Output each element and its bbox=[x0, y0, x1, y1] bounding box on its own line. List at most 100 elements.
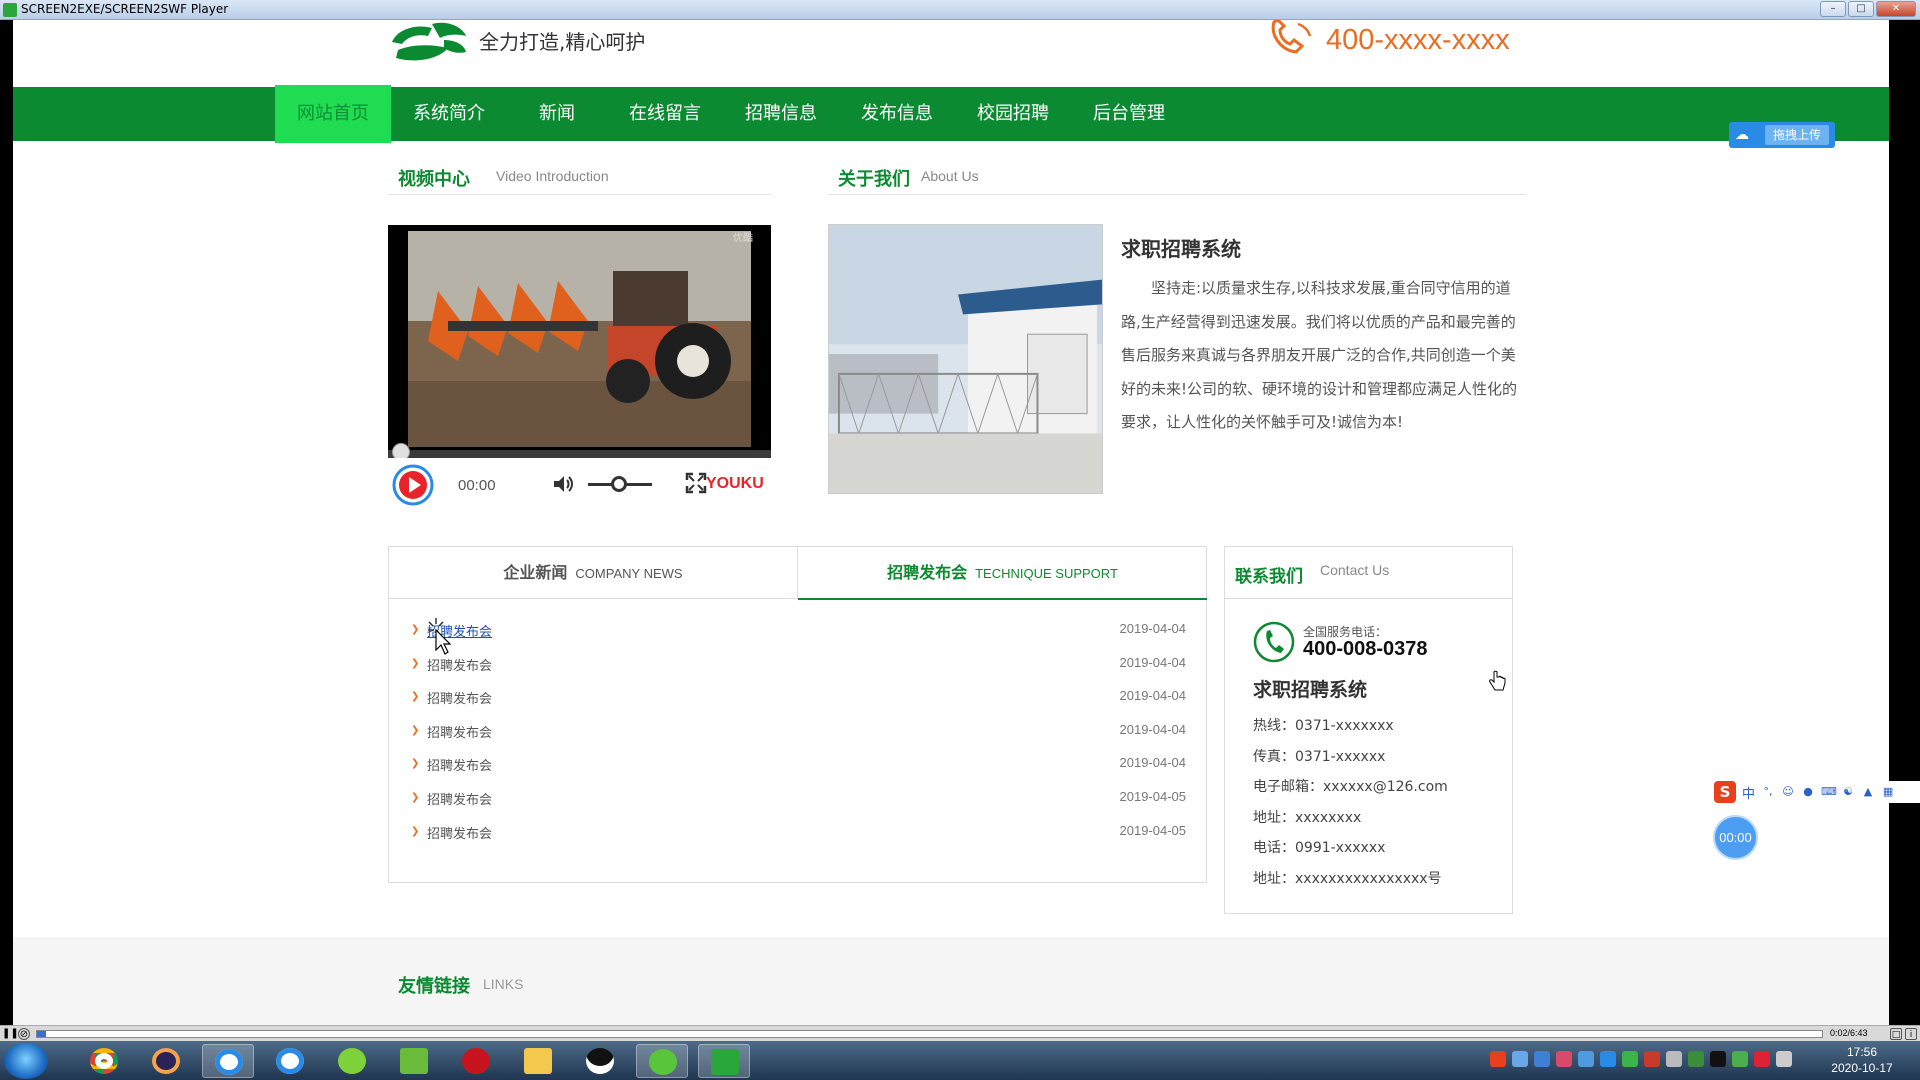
nav-online-message[interactable]: 在线留言 bbox=[607, 87, 723, 141]
list-item[interactable]: ❯ 招聘发布会 2019-04-05 bbox=[411, 783, 1186, 817]
video-player[interactable]: 优酷 bbox=[388, 225, 771, 457]
list-item[interactable]: ❯ 招聘发布会 2019-04-04 bbox=[411, 615, 1186, 649]
nav-home[interactable]: 网站首页 bbox=[275, 85, 391, 143]
ime-mode[interactable]: 中 bbox=[1742, 783, 1755, 802]
volume-icon[interactable] bbox=[552, 474, 574, 494]
shield-icon[interactable] bbox=[1578, 1051, 1594, 1067]
tray-icon-1[interactable] bbox=[1512, 1051, 1528, 1067]
taskbar-screen2exe[interactable] bbox=[698, 1044, 750, 1078]
taskbar-eclipse[interactable] bbox=[140, 1044, 192, 1078]
taskbar-green-app[interactable] bbox=[326, 1044, 378, 1078]
seek-track[interactable] bbox=[36, 1030, 1823, 1038]
contact-title: 联系我们 bbox=[1235, 567, 1303, 587]
taskbar-clock[interactable]: 17:56 2020-10-17 bbox=[1822, 1044, 1902, 1076]
minimize-button[interactable]: – bbox=[1820, 1, 1846, 17]
nav-news[interactable]: 新闻 bbox=[507, 87, 607, 141]
about-text: 坚持走:以质量求生存,以科技求发展,重合同守信用的道路,生产经营得到迅速发展。我… bbox=[1121, 279, 1518, 432]
nav-admin[interactable]: 后台管理 bbox=[1071, 87, 1187, 141]
cloud-tray-icon[interactable] bbox=[1600, 1051, 1616, 1067]
news-title-link[interactable]: 招聘发布会 bbox=[427, 755, 492, 774]
nav-job-info[interactable]: 招聘信息 bbox=[723, 87, 839, 141]
tray-icon-5[interactable] bbox=[1688, 1051, 1704, 1067]
qq-tray-icon[interactable] bbox=[1710, 1051, 1726, 1067]
list-item[interactable]: ❯ 招聘发布会 2019-04-04 bbox=[411, 716, 1186, 750]
ime-toolbar[interactable]: S 中 °, ☺ ● ⌨ ☯ ▲ ▦ bbox=[1712, 781, 1920, 803]
browser-icon bbox=[276, 1048, 304, 1074]
system-tray bbox=[1490, 1051, 1792, 1067]
tray-icon-4[interactable] bbox=[1644, 1051, 1660, 1067]
contact-hotline: 400-008-0378 bbox=[1303, 638, 1428, 660]
tab-recruit-meeting-en: TECHNIQUE SUPPORT bbox=[975, 566, 1118, 581]
flag-icon[interactable] bbox=[1776, 1051, 1792, 1067]
ime-punct[interactable]: °, bbox=[1761, 785, 1775, 799]
pause-icon[interactable]: ❚❚ bbox=[2, 1028, 19, 1040]
sogou-logo-icon[interactable]: S bbox=[1714, 781, 1736, 803]
sogou-tray-icon[interactable] bbox=[1490, 1051, 1506, 1067]
tray-icon-3[interactable] bbox=[1556, 1051, 1572, 1067]
taskbar-baidu-netdisk[interactable] bbox=[202, 1044, 254, 1078]
video-section-title: 视频中心 bbox=[398, 169, 470, 190]
list-item[interactable]: ❯ 招聘发布会 2019-04-05 bbox=[411, 817, 1186, 851]
list-item[interactable]: ❯ 招聘发布会 2019-04-04 bbox=[411, 682, 1186, 716]
network-icon[interactable] bbox=[1666, 1051, 1682, 1067]
arrow-icon: ❯ bbox=[411, 624, 420, 635]
fit-window-icon[interactable]: □ bbox=[1890, 1028, 1902, 1040]
player-title-bar: SCREEN2EXE/SCREEN2SWF Player – □ ✕ bbox=[0, 0, 1920, 20]
user-icon[interactable]: ☯ bbox=[1841, 785, 1855, 799]
fullscreen-icon[interactable] bbox=[685, 472, 707, 494]
logo-icon[interactable] bbox=[388, 20, 470, 64]
taskbar-explorer[interactable] bbox=[512, 1044, 564, 1078]
taskbar-notes[interactable] bbox=[388, 1044, 440, 1078]
microphone-icon[interactable]: ● bbox=[1801, 785, 1815, 799]
news-title-link[interactable]: 招聘发布会 bbox=[427, 789, 492, 808]
seek-progress bbox=[37, 1031, 46, 1037]
list-item[interactable]: ❯ 招聘发布会 2019-04-04 bbox=[411, 749, 1186, 783]
volume-slider-knob[interactable] bbox=[611, 476, 627, 492]
play-icon[interactable] bbox=[392, 464, 434, 506]
phone-circle-icon bbox=[1253, 621, 1295, 663]
emoji-icon[interactable]: ☺ bbox=[1781, 785, 1795, 799]
info-icon[interactable]: i bbox=[1905, 1028, 1917, 1040]
drag-upload-badge[interactable]: ☁ 拖拽上传 bbox=[1729, 122, 1835, 148]
nav-campus-recruit[interactable]: 校园招聘 bbox=[955, 87, 1071, 141]
windows-taskbar: 17:56 2020-10-17 bbox=[0, 1041, 1920, 1080]
news-title-link[interactable]: 招聘发布会 bbox=[427, 655, 492, 674]
video-watermark: 优酷 bbox=[733, 233, 753, 244]
news-date: 2019-04-04 bbox=[1119, 621, 1187, 636]
tab-recruit-meeting[interactable]: 招聘发布会 TECHNIQUE SUPPORT bbox=[798, 547, 1207, 600]
tray-icon-6[interactable] bbox=[1732, 1051, 1748, 1067]
taskbar-chrome[interactable] bbox=[78, 1044, 130, 1078]
taskbar-qq[interactable] bbox=[574, 1044, 626, 1078]
taskbar-browser[interactable] bbox=[264, 1044, 316, 1078]
cloud-app-icon bbox=[215, 1049, 243, 1075]
volume-tray-icon[interactable] bbox=[1754, 1051, 1770, 1067]
grid-icon[interactable]: ▦ bbox=[1881, 785, 1895, 799]
close-button[interactable]: ✕ bbox=[1876, 1, 1916, 17]
tray-icon-2[interactable] bbox=[1534, 1051, 1550, 1067]
news-title-link[interactable]: 招聘发布会 bbox=[427, 688, 492, 707]
stop-icon[interactable]: ⊘ bbox=[18, 1028, 30, 1040]
wechat-tray-icon[interactable] bbox=[1622, 1051, 1638, 1067]
nav-system-intro[interactable]: 系统简介 bbox=[391, 87, 507, 141]
keyboard-icon[interactable]: ⌨ bbox=[1821, 785, 1837, 799]
green-app-icon bbox=[338, 1048, 366, 1074]
timer-bubble[interactable]: 00:00 bbox=[1713, 815, 1758, 860]
window-title: SCREEN2EXE/SCREEN2SWF Player bbox=[21, 2, 229, 16]
maximize-button[interactable]: □ bbox=[1848, 1, 1874, 17]
nav-publish-info[interactable]: 发布信息 bbox=[839, 87, 955, 141]
start-button[interactable] bbox=[4, 1043, 48, 1079]
news-date: 2019-04-04 bbox=[1119, 721, 1187, 737]
video-progress-bar[interactable] bbox=[388, 450, 771, 458]
taskbar-wechat[interactable] bbox=[636, 1044, 688, 1078]
shirt-icon[interactable]: ▲ bbox=[1861, 785, 1875, 799]
eclipse-icon bbox=[152, 1048, 180, 1074]
news-title-link[interactable]: 招聘发布会 bbox=[427, 722, 492, 741]
youku-logo[interactable]: YOUKU bbox=[706, 475, 764, 493]
contact-line-fax: 传真：0371-xxxxxx bbox=[1253, 748, 1386, 765]
list-item[interactable]: ❯ 招聘发布会 2019-04-04 bbox=[411, 649, 1186, 683]
flash-icon bbox=[462, 1048, 490, 1074]
phone-icon bbox=[1271, 20, 1312, 54]
news-title-link[interactable]: 招聘发布会 bbox=[427, 823, 492, 842]
taskbar-flash[interactable] bbox=[450, 1044, 502, 1078]
tab-company-news[interactable]: 企业新闻 COMPANY NEWS bbox=[389, 547, 798, 599]
